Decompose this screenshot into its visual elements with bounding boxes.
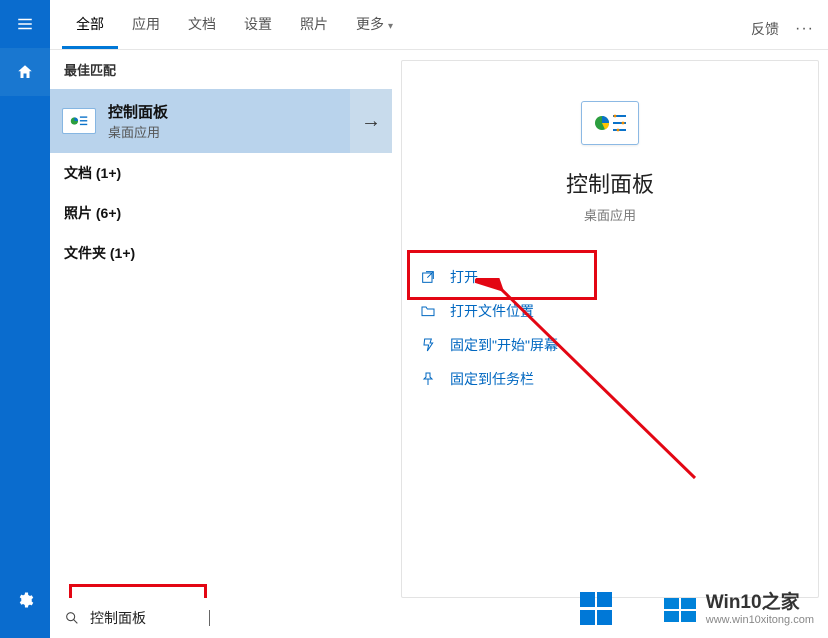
tab-settings[interactable]: 设置 [230, 2, 286, 49]
best-match-header: 最佳匹配 [50, 50, 392, 89]
best-match-main: 控制面板 桌面应用 [50, 101, 350, 141]
best-match-text: 控制面板 桌面应用 [108, 101, 168, 141]
search-icon [64, 610, 80, 626]
control-panel-icon [62, 108, 96, 134]
search-bar [50, 598, 400, 638]
watermark-brand: Win10之家 [706, 593, 814, 612]
top-right-controls: 反馈 ··· [751, 19, 828, 49]
settings-button[interactable] [0, 576, 50, 624]
best-match-result[interactable]: 控制面板 桌面应用 → [50, 89, 392, 153]
tab-all[interactable]: 全部 [62, 2, 118, 49]
action-open[interactable]: 打开 [420, 260, 800, 294]
action-pin-taskbar[interactable]: 固定到任务栏 [420, 362, 800, 396]
pin-taskbar-icon [420, 371, 436, 387]
action-open-location-label: 打开文件位置 [450, 301, 534, 321]
open-icon [420, 269, 436, 285]
watermark-text: Win10之家 www.win10xitong.com [706, 593, 814, 626]
tabs-container: 全部 应用 文档 设置 照片 更多 ▾ [50, 2, 407, 49]
tab-docs[interactable]: 文档 [174, 2, 230, 49]
tab-photos[interactable]: 照片 [286, 2, 342, 49]
left-rail [0, 0, 50, 638]
result-preview-panel: 控制面板 桌面应用 打开 打开文件位置 固定到"开始"屏幕 固定到任务栏 [401, 60, 819, 598]
chevron-down-icon: ▾ [388, 21, 393, 32]
action-pin-start-label: 固定到"开始"屏幕 [450, 335, 558, 355]
control-panel-large-icon [581, 101, 639, 145]
more-options-button[interactable]: ··· [795, 20, 814, 38]
action-pin-start[interactable]: 固定到"开始"屏幕 [420, 328, 800, 362]
watermark-url: www.win10xitong.com [706, 615, 814, 626]
gear-icon [16, 591, 34, 609]
category-folders[interactable]: 文件夹 (1+) [50, 233, 392, 273]
action-open-label: 打开 [450, 267, 478, 287]
feedback-link[interactable]: 反馈 [751, 19, 779, 39]
expand-result-button[interactable]: → [350, 89, 392, 153]
arrow-right-icon: → [361, 110, 381, 133]
folder-icon [420, 303, 436, 319]
home-button[interactable] [0, 48, 50, 96]
preview-header: 控制面板 桌面应用 [402, 61, 818, 250]
action-pin-taskbar-label: 固定到任务栏 [450, 369, 534, 389]
watermark: Win10之家 www.win10xitong.com [664, 593, 814, 626]
tab-more[interactable]: 更多 ▾ [342, 2, 407, 49]
tab-more-label: 更多 [356, 16, 384, 32]
watermark-logo-icon [664, 598, 696, 622]
preview-actions: 打开 打开文件位置 固定到"开始"屏幕 固定到任务栏 [402, 250, 818, 406]
preview-subtitle: 桌面应用 [584, 205, 636, 224]
best-match-subtitle: 桌面应用 [108, 122, 168, 141]
best-match-title: 控制面板 [108, 101, 168, 122]
pin-start-icon [420, 337, 436, 353]
hamburger-menu-button[interactable] [0, 0, 50, 48]
search-filter-tabs: 全部 应用 文档 设置 照片 更多 ▾ 反馈 ··· [50, 0, 828, 50]
preview-title: 控制面板 [566, 167, 654, 199]
search-results-column: 最佳匹配 控制面板 桌面应用 → 文档 (1+) 照片 (6+) 文件夹 (1+… [50, 50, 392, 598]
tab-apps[interactable]: 应用 [118, 2, 174, 49]
hamburger-icon [16, 15, 34, 33]
windows-flag-icon [580, 592, 614, 626]
search-input[interactable] [90, 610, 210, 626]
category-documents[interactable]: 文档 (1+) [50, 153, 392, 193]
category-photos[interactable]: 照片 (6+) [50, 193, 392, 233]
home-icon [16, 63, 34, 81]
action-open-location[interactable]: 打开文件位置 [420, 294, 800, 328]
